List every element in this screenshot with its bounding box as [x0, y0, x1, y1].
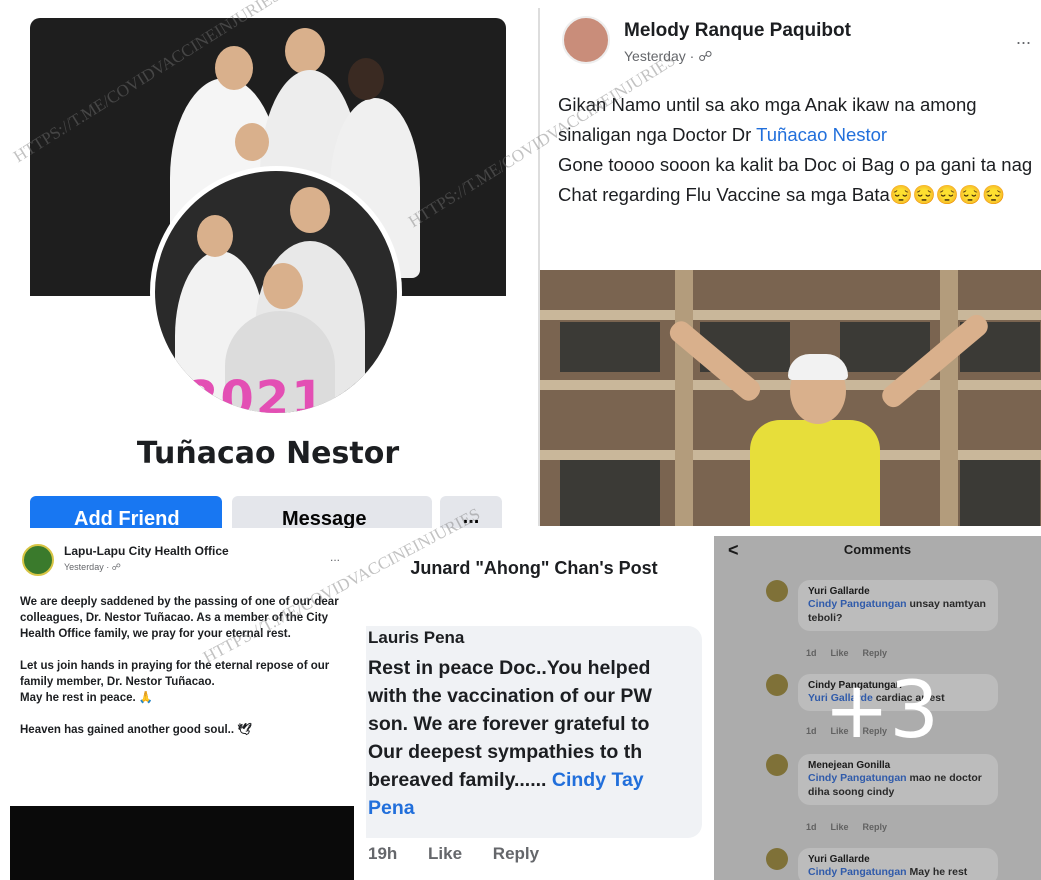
- avatar-person-head: [197, 215, 233, 257]
- add-friend-button[interactable]: Add Friend: [30, 496, 222, 528]
- add-friend-label: Add Friend: [74, 508, 180, 528]
- profile-avatar[interactable]: 2021: [150, 166, 402, 418]
- comment-line: son. We are forever grateful to: [368, 713, 650, 735]
- building-window: [560, 322, 660, 372]
- year-badge: 2021: [185, 371, 327, 418]
- comment-line: bereaved family......: [368, 769, 552, 791]
- melody-post: Melody Ranque Paquibot Yesterday · ☍ ...…: [538, 8, 1041, 526]
- post-paragraph: We are deeply saddened by the passing of…: [20, 596, 339, 640]
- post-photo[interactable]: [540, 270, 1041, 526]
- like-button[interactable]: Like: [428, 844, 462, 863]
- person-shirt: [750, 420, 880, 526]
- post-author[interactable]: Lapu-Lapu City Health Office: [64, 544, 229, 558]
- post-text: Gikan Namo until sa ako mga Anak ikaw na…: [558, 90, 1038, 210]
- post-more-button[interactable]: ...: [1016, 28, 1031, 49]
- mention-link[interactable]: Cindy Tay: [552, 769, 644, 791]
- cover-person-head: [285, 28, 325, 74]
- post-emoji: 😔😔😔😔😔: [889, 184, 1005, 205]
- mention-link[interactable]: Tuñacao Nestor: [756, 124, 887, 145]
- post-paragraph: May he rest in peace. 🙏: [20, 692, 154, 704]
- building-floor: [540, 310, 1041, 320]
- more-images-count[interactable]: +3: [824, 666, 939, 756]
- post-time-text: Yesterday ·: [64, 562, 112, 572]
- post-title: Junard "Ahong" Chan's Post: [410, 558, 658, 578]
- commenter-name[interactable]: Lauris Pena: [368, 628, 464, 648]
- avatar[interactable]: [562, 16, 610, 64]
- post-author[interactable]: Melody Ranque Paquibot: [624, 20, 851, 42]
- post-time: Yesterday · ☍: [64, 562, 121, 573]
- comment-meta: 19h Like Reply: [368, 844, 565, 864]
- reply-button[interactable]: Reply: [493, 844, 539, 863]
- building-window: [960, 460, 1040, 526]
- building-pillar: [675, 270, 693, 526]
- post-time: Yesterday · ☍: [624, 48, 712, 65]
- message-button[interactable]: Message: [232, 496, 432, 528]
- comment-line: Our deepest sympathies to th: [368, 741, 643, 763]
- health-office-post: Lapu-Lapu City Health Office Yesterday ·…: [10, 536, 354, 880]
- profile-name: Tuñacao Nestor: [136, 436, 400, 471]
- globe-icon: ☍: [111, 562, 121, 572]
- profile-more-button[interactable]: ...: [440, 496, 502, 528]
- avatar-person-head: [263, 263, 303, 309]
- comment-time: 19h: [368, 844, 398, 863]
- comment-text: Rest in peace Doc..You helped with the v…: [368, 654, 702, 822]
- junard-post: Junard "Ahong" Chan's Post Lauris Pena R…: [366, 536, 702, 880]
- comment-line: Rest in peace Doc..You helped: [368, 657, 651, 679]
- post-more-button[interactable]: ...: [330, 550, 340, 564]
- post-media[interactable]: [10, 806, 354, 880]
- post-paragraph: Let us join hands in praying for the ete…: [20, 660, 330, 688]
- building-pillar: [940, 270, 958, 526]
- cover-person-head: [215, 46, 253, 90]
- cover-person-head: [235, 123, 269, 161]
- building-window: [560, 460, 660, 526]
- cap-icon: [788, 354, 848, 380]
- post-paragraph: Heaven has gained another good soul.. 🕊: [20, 724, 252, 736]
- profile-panel: 2021 Tuñacao Nestor Add Friend Message .…: [10, 8, 526, 528]
- avatar[interactable]: [22, 544, 54, 576]
- cover-person-hair: [348, 58, 384, 100]
- comment-line: with the vaccination of our PW: [368, 685, 652, 707]
- comments-panel: < Comments Yuri Gallarde Cindy Pangatung…: [714, 536, 1041, 880]
- post-time-text: Yesterday ·: [624, 48, 699, 64]
- mention-link[interactable]: Pena: [368, 794, 702, 822]
- avatar-person-head: [290, 187, 330, 233]
- globe-icon: ☍: [698, 48, 713, 64]
- message-label: Message: [282, 508, 367, 528]
- post-text: We are deeply saddened by the passing of…: [20, 594, 350, 754]
